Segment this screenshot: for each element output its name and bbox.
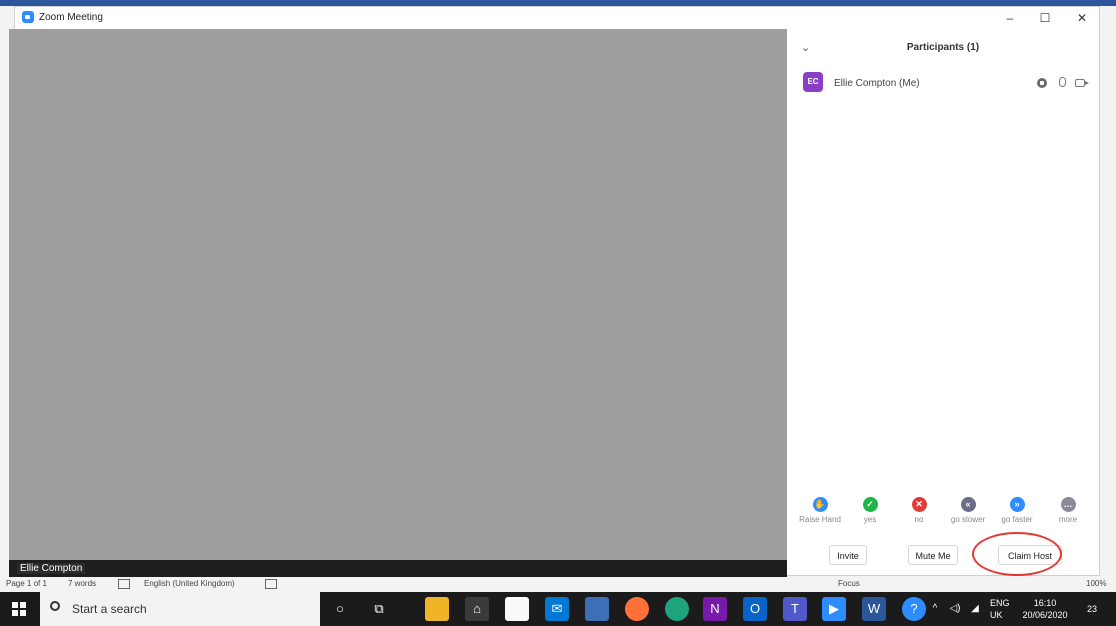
language-label[interactable]: English (United Kingdom): [144, 579, 235, 588]
document-icon[interactable]: [505, 597, 529, 621]
notifications-icon[interactable]: 23: [1080, 597, 1104, 621]
file-explorer-icon[interactable]: [425, 597, 449, 621]
window-title: Zoom Meeting: [39, 12, 103, 23]
task-view-icon[interactable]: ⧉: [367, 597, 391, 621]
panel-title: Participants (1): [906, 42, 980, 53]
date: 20/06/2020: [1022, 610, 1068, 620]
language-indicator[interactable]: ENG UK: [990, 597, 1010, 621]
word-count[interactable]: 7 words: [68, 579, 96, 588]
outlook-icon[interactable]: O: [743, 597, 767, 621]
edge-icon[interactable]: [665, 597, 689, 621]
word-status-bar: Page 1 of 1 7 words English (United King…: [0, 576, 1116, 592]
reaction-more[interactable]: … more: [1045, 497, 1091, 531]
microphone-icon[interactable]: [1059, 77, 1066, 87]
word-icon[interactable]: W: [862, 597, 886, 621]
minimize-button[interactable]: –: [995, 9, 1025, 27]
zoom-meeting-window: Zoom Meeting – ☐ ✕ Ellie Compton ⌄ Parti…: [9, 6, 1100, 577]
search-placeholder: Start a search: [72, 602, 147, 616]
help-icon[interactable]: ?: [902, 597, 926, 621]
teams-icon[interactable]: T: [783, 597, 807, 621]
windows-taskbar: Start a search ○ ⧉ ⌂ ✉ N O T ▶ W ? ^ ◁) …: [0, 592, 1116, 626]
firefox-icon[interactable]: [625, 597, 649, 621]
reaction-no[interactable]: ✕ no: [896, 497, 942, 531]
close-button[interactable]: ✕: [1067, 9, 1097, 27]
reaction-go-slower[interactable]: « go slower: [945, 497, 991, 531]
page-count[interactable]: Page 1 of 1: [6, 579, 47, 588]
background-app-right-edge: [1100, 6, 1116, 576]
more-icon: …: [1060, 497, 1076, 512]
notification-count: 23: [1086, 604, 1097, 614]
reaction-raise-hand[interactable]: ✋ Raise Hand: [797, 497, 843, 531]
windows-start-icon[interactable]: [12, 602, 26, 616]
camera-icon[interactable]: [1075, 79, 1089, 87]
cortana-icon[interactable]: ○: [328, 597, 352, 621]
chevron-up-icon[interactable]: ^: [928, 597, 942, 621]
reaction-yes[interactable]: ✓ yes: [847, 497, 893, 531]
accessibility-icon[interactable]: [265, 579, 277, 589]
raise-hand-icon: ✋: [812, 497, 828, 512]
video-caption-bar: [9, 560, 787, 577]
remote-desktop-icon[interactable]: [585, 597, 609, 621]
zoom-level[interactable]: 100%: [1086, 579, 1106, 588]
no-icon: ✕: [911, 497, 927, 512]
volume-icon[interactable]: ◁): [947, 597, 963, 621]
title-bar: Zoom Meeting – ☐ ✕: [15, 7, 1099, 29]
focus-button[interactable]: Focus: [838, 579, 860, 588]
zoom-logo-icon: [22, 11, 34, 23]
participant-name-label: Ellie Compton: [17, 563, 86, 574]
video-area[interactable]: [9, 29, 787, 560]
taskbar-search-box[interactable]: Start a search: [40, 592, 320, 626]
invite-button[interactable]: Invite: [829, 545, 867, 565]
highlight-circle: [972, 532, 1062, 576]
fast-forward-icon: »: [1009, 497, 1025, 512]
host-indicator-icon: [1037, 78, 1047, 88]
participants-panel: ⌄ Participants (1) EC Ellie Compton (Me)…: [787, 29, 1099, 575]
maximize-button[interactable]: ☐: [1030, 9, 1060, 27]
network-icon[interactable]: ◢: [968, 597, 982, 621]
onenote-icon[interactable]: N: [703, 597, 727, 621]
reaction-go-faster[interactable]: » go faster: [994, 497, 1040, 531]
proofing-icon[interactable]: [118, 579, 130, 589]
zoom-taskbar-icon[interactable]: ▶: [822, 597, 846, 621]
mail-icon[interactable]: ✉: [545, 597, 569, 621]
avatar: EC: [803, 72, 823, 92]
clock[interactable]: 16:10 20/06/2020: [1020, 597, 1070, 621]
store-icon[interactable]: ⌂: [465, 597, 489, 621]
mute-me-button[interactable]: Mute Me: [908, 545, 958, 565]
rewind-icon: «: [960, 497, 976, 512]
yes-icon: ✓: [862, 497, 878, 512]
participant-name[interactable]: Ellie Compton (Me): [834, 78, 920, 89]
time: 16:10: [1033, 598, 1057, 608]
search-icon: [50, 601, 60, 611]
